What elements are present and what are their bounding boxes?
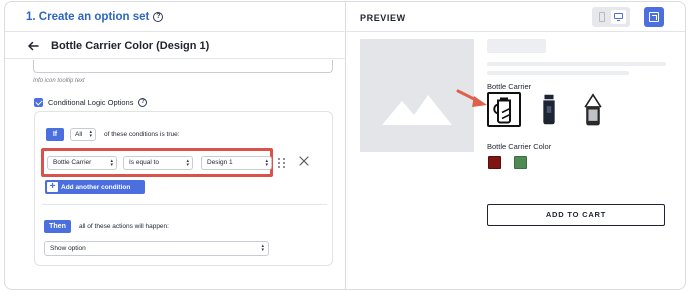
option-title: Bottle Carrier Color (Design 1) [51, 40, 210, 52]
condition-operator-value: Is equal to [129, 159, 159, 166]
condition-operator-select[interactable]: Is equal to ▴ ▾ [123, 156, 193, 170]
help-icon[interactable]: ? [153, 12, 164, 22]
bottle-carrier-design1-swatch[interactable] [487, 92, 521, 127]
app-frame: 1. Create an option set ? Bottle Carrier… [4, 1, 686, 290]
condition-field-select[interactable]: Bottle Carrier ▴ ▾ [47, 156, 117, 170]
tooltip-hint: Info icon tooltip text [33, 78, 85, 84]
actions-text: all of these actions will happen: [79, 223, 169, 230]
select-caret-icon: ▴ ▾ [110, 158, 113, 168]
mobile-icon[interactable] [599, 12, 605, 22]
option1-label: Bottle Carrier [487, 82, 532, 91]
select-caret-icon: ▴ ▾ [261, 243, 264, 253]
condition-row-highlight: Bottle Carrier ▴ ▾ Is equal to ▴ ▾ Design … [41, 148, 273, 177]
conditional-logic-label: Conditional Logic Options [48, 98, 134, 107]
back-arrow-icon[interactable] [27, 40, 39, 52]
match-type-select[interactable]: All ▴ ▾ [70, 128, 96, 141]
select-caret-icon: ▴ ▾ [186, 158, 189, 168]
select-caret-icon: ▴ ▾ [89, 129, 92, 139]
option2-label: Bottle Carrier Color [487, 142, 552, 151]
preview-label: PREVIEW [360, 13, 406, 23]
expand-icon[interactable] [644, 7, 664, 27]
divider [42, 204, 327, 205]
conditional-logic-checkbox[interactable] [34, 98, 43, 107]
preview-header: PREVIEW [346, 2, 685, 32]
condition-value-select[interactable]: Design 1 ▴ ▾ [201, 156, 272, 170]
device-toggle [592, 7, 630, 27]
drag-handle-icon[interactable] [278, 158, 286, 168]
add-condition-button[interactable]: + Add another condition [45, 180, 145, 194]
editor-scroll-area[interactable]: Info icon tooltip text Conditional Logic… [5, 60, 346, 289]
plus-icon: + [47, 182, 58, 192]
conditions-text: of these conditions is true: [104, 131, 180, 138]
color-swatch-green[interactable] [514, 156, 527, 169]
conditional-logic-row: Conditional Logic Options ? [34, 98, 148, 107]
action-select[interactable]: Show option ▴ ▾ [44, 241, 269, 256]
skeleton-line [487, 71, 629, 75]
tooltip-text-input[interactable] [33, 60, 333, 73]
pointer-arrow-icon [456, 89, 487, 107]
step-title-text: 1. Create an option set [26, 11, 150, 23]
desktop-icon[interactable] [611, 10, 626, 24]
preview-panel: PREVIEW Bottle Carrier Bottle Carrier Co… [346, 2, 685, 289]
match-type-value: All [75, 131, 83, 138]
if-badge: If [46, 128, 64, 141]
skeleton-line [487, 62, 666, 66]
option-subheader: Bottle Carrier Color (Design 1) [5, 33, 346, 59]
add-to-cart-button[interactable]: ADD TO CART [487, 204, 665, 226]
step-title: 1. Create an option set ? [26, 11, 164, 23]
color-swatch-red[interactable] [488, 156, 501, 169]
add-condition-label: Add another condition [61, 183, 131, 191]
condition-field-value: Bottle Carrier [53, 159, 92, 166]
help-icon[interactable]: ? [138, 98, 148, 107]
bottle-carrier-design2-swatch[interactable] [532, 92, 566, 127]
condition-value-value: Design 1 [207, 159, 233, 166]
option-set-editor: 1. Create an option set ? Bottle Carrier… [5, 2, 346, 289]
action-value: Show option [50, 245, 86, 252]
remove-condition-icon[interactable] [299, 156, 309, 166]
conditions-card: If All ▴ ▾ of these conditions is true: B… [34, 111, 333, 266]
bottle-carrier-design3-swatch[interactable] [576, 92, 610, 127]
select-caret-icon: ▴ ▾ [265, 158, 268, 168]
skeleton-title [487, 39, 546, 53]
editor-header: 1. Create an option set ? [5, 2, 346, 32]
then-badge: Then [44, 220, 71, 233]
